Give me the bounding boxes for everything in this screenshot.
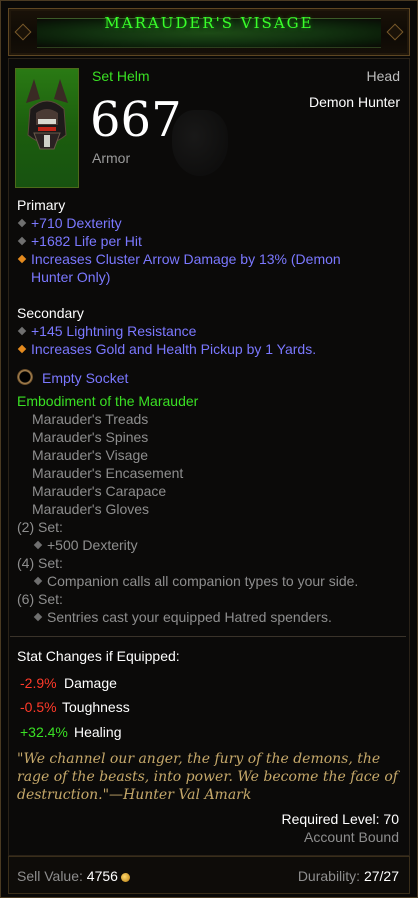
item-icon-frame [15,68,79,188]
set-piece: Marauder's Visage [32,447,149,463]
stat-changes-heading: Stat Changes if Equipped: [17,648,180,664]
flavor-text: "We channel our anger, the fury of the d… [17,750,402,804]
item-class: Demon Hunter [308,94,400,110]
socket-label: Empty Socket [42,370,129,386]
set-bonus-4: Companion calls all companion types to y… [47,573,359,589]
item-slot: Head [366,68,400,84]
stat-change-label: Damage [64,675,117,691]
set-piece: Marauder's Treads [32,411,149,427]
stat-change-value: +32.4% [20,724,68,740]
secondary-stat: +145 Lightning Resistance [31,323,197,339]
socket-icon [17,369,33,385]
sell-value-label: Sell Value: [17,868,83,884]
set-bonus-4-label: (4) Set: [17,555,63,571]
primary-heading: Primary [17,197,66,213]
item-type: Set Helm [92,68,150,84]
set-bonus-6: Sentries cast your equipped Hatred spend… [47,609,332,625]
primary-stat: +1682 Life per Hit [31,233,142,249]
sell-value-amount: 4756 [86,868,118,884]
required-level: Required Level: 70 [281,811,399,827]
set-bonus-2: +500 Dexterity [47,537,138,553]
helm-icon [26,79,68,150]
binding-status: Account Bound [304,829,399,845]
stat-change-label: Healing [74,724,122,740]
set-piece: Marauder's Carapace [32,483,167,499]
set-piece: Marauder's Spines [32,429,149,445]
set-name: Embodiment of the Marauder [17,393,199,409]
primary-special-line2: Hunter Only) [31,269,111,285]
set-piece: Marauder's Gloves [32,501,150,517]
secondary-heading: Secondary [17,305,84,321]
stat-change-label: Toughness [62,699,130,715]
stat-change-value: -2.9% [20,675,57,691]
durability-label: Durability: [297,868,361,884]
armor-value: 667 [90,92,182,148]
sell-value: Sell Value: 4756 [17,867,130,885]
durability-value: 27/27 [363,868,399,884]
stat-change-value: -0.5% [20,699,57,715]
set-piece: Marauder's Encasement [32,465,184,481]
flavor-line: rage of the beasts, into power. We becom… [17,769,398,785]
secondary-special: Increases Gold and Health Pickup by 1 Ya… [31,341,317,357]
primary-special-line1: Increases Cluster Arrow Damage by 13% (D… [31,251,341,267]
flavor-line: destruction."—Hunter Val Amark [17,787,252,803]
flavor-line: "We channel our anger, the fury of the d… [17,751,381,767]
item-name: MARAUDER'S VISAGE [104,14,314,32]
primary-stat: +710 Dexterity [31,215,122,231]
divider [10,636,406,637]
durability: Durability: 27/27 [298,867,399,885]
armor-label: Armor [92,150,131,166]
set-bonus-6-label: (6) Set: [17,591,63,607]
set-bonus-2-label: (2) Set: [17,519,63,535]
gold-coin-icon [120,872,130,882]
